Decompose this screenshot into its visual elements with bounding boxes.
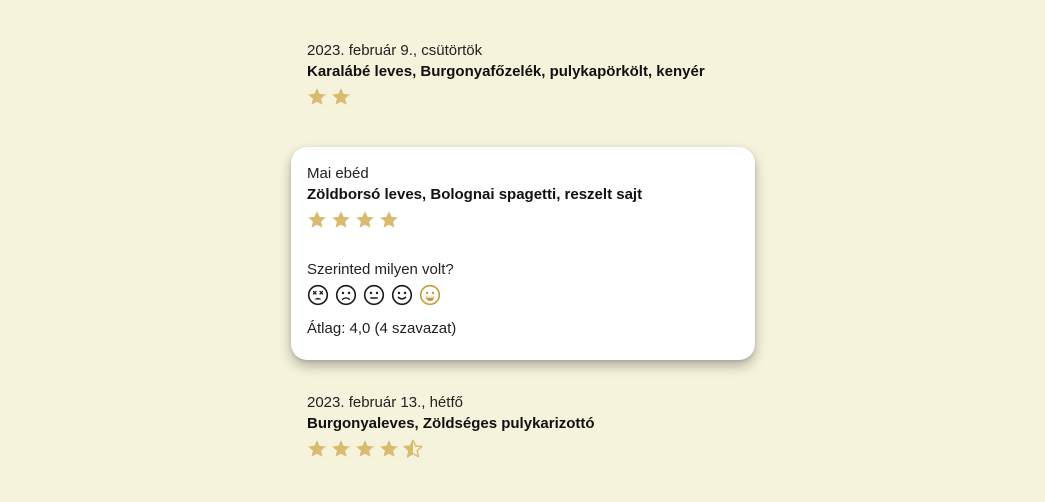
star-icon (331, 210, 351, 230)
star-icon (331, 439, 351, 459)
star-icon (355, 210, 375, 230)
very-sad-face-icon[interactable] (307, 284, 329, 306)
todays-lunch-menu: Zöldborsó leves, Bolognai spagetti, resz… (307, 186, 643, 203)
smile-face-icon[interactable] (391, 284, 413, 306)
face-rating-buttons (307, 284, 737, 306)
star-rating (307, 209, 737, 231)
todays-lunch-label: Mai ebéd (307, 165, 369, 182)
star-icon (307, 210, 327, 230)
star-rating (307, 438, 747, 460)
entry-date: 2023. február 13., hétfő (307, 394, 463, 411)
star-icon (331, 87, 351, 107)
star-icon (307, 87, 327, 107)
average-rating: Átlag: 4,0 (4 szavazat) (307, 320, 457, 337)
menu-entry: 2023. február 13., hétfő Burgonyaleves, … (307, 393, 747, 460)
star-icon (307, 439, 327, 459)
menu-entry: 2023. február 9., csütörtök Karalábé lev… (307, 41, 747, 108)
grin-face-icon[interactable] (419, 284, 441, 306)
half-star-icon (403, 439, 423, 459)
star-rating (307, 86, 747, 108)
star-icon (379, 439, 399, 459)
entry-menu: Burgonyaleves, Zöldséges pulykarizottó (307, 415, 595, 432)
entry-menu: Karalábé leves, Burgonyafőzelék, pulykap… (307, 63, 705, 80)
neutral-face-icon[interactable] (363, 284, 385, 306)
star-icon (355, 439, 375, 459)
todays-lunch-card: Mai ebéd Zöldborsó leves, Bolognai spage… (291, 147, 755, 360)
sad-face-icon[interactable] (335, 284, 357, 306)
rating-question: Szerinted milyen volt? (307, 261, 454, 278)
entry-date: 2023. február 9., csütörtök (307, 42, 483, 59)
star-icon (379, 210, 399, 230)
